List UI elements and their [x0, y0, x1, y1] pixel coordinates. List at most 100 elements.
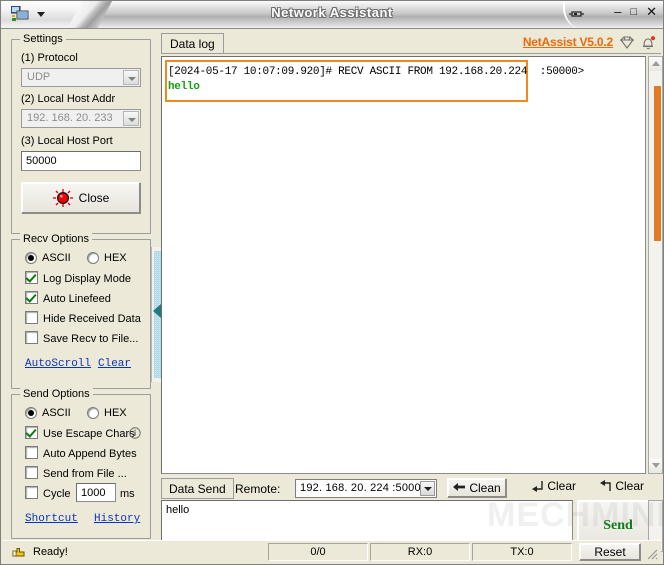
resize-grip-icon[interactable]: [645, 547, 659, 561]
scroll-down-arrow-icon[interactable]: [649, 459, 662, 473]
arrow-left-icon: [453, 481, 466, 495]
recv-checkbox-label-0: Log Display Mode: [43, 273, 132, 285]
data-log-tabstrip: Data log NetAssist V5.0.2: [161, 32, 661, 54]
local-port-label: (3) Local Host Port: [21, 135, 113, 147]
bell-notification-icon[interactable]: [640, 35, 657, 51]
cycle-unit-label: ms: [120, 488, 135, 500]
recv-hex-label: HEX: [104, 252, 127, 264]
recv-options-group: Recv Options ASCII HEX Log Display Mode …: [11, 233, 151, 389]
tab-data-log[interactable]: Data log: [161, 33, 224, 54]
shortcut-link[interactable]: Shortcut: [25, 513, 78, 525]
connect-button-label: Close: [78, 191, 110, 205]
settings-group-title: Settings: [20, 33, 66, 45]
collapse-left-arrow-icon[interactable]: [153, 304, 161, 318]
reset-button[interactable]: Reset: [579, 543, 641, 561]
reset-button-label: Reset: [594, 545, 626, 559]
left-panel: Settings (1) Protocol UDP (2) Local Host…: [5, 32, 153, 539]
cycle-input[interactable]: 1000: [76, 483, 116, 502]
clear-recv-button[interactable]: Clear: [531, 479, 576, 497]
send-checkbox-label-0: Use Escape Chars: [43, 428, 135, 440]
status-bar: Ready! 0/0 RX:0 TX:0 Reset: [3, 540, 661, 562]
scroll-up-arrow-icon[interactable]: [649, 57, 662, 71]
send-cycle-checkbox[interactable]: [25, 486, 38, 499]
status-counter: 0/0: [268, 543, 368, 561]
recv-save-to-file-checkbox[interactable]: [25, 331, 38, 344]
cycle-label: Cycle: [43, 488, 71, 500]
title-bar: Network Assistant – □ ✕: [1, 1, 663, 29]
log-line-1: hello: [168, 81, 200, 93]
recv-clear-link[interactable]: Clear: [98, 358, 131, 370]
tab-data-send-label: Data Send: [169, 482, 226, 496]
send-data-value: hello: [166, 504, 190, 516]
minimize-button[interactable]: –: [614, 5, 621, 19]
clear-send-button[interactable]: Clear: [599, 479, 644, 497]
send-from-file-checkbox[interactable]: [25, 466, 38, 479]
protocol-label: (1) Protocol: [21, 52, 78, 64]
clean-button[interactable]: Clean: [447, 478, 507, 498]
status-rx: RX:0: [370, 543, 470, 561]
close-button[interactable]: ✕: [646, 5, 657, 19]
send-ascii-label: ASCII: [42, 407, 71, 419]
app-window: Network Assistant – □ ✕ Settings (1) Pro…: [0, 0, 664, 565]
send-hex-label: HEX: [104, 407, 127, 419]
chevron-down-icon[interactable]: [123, 70, 139, 85]
send-options-group-title: Send Options: [20, 388, 93, 400]
chevron-down-icon[interactable]: [123, 111, 139, 126]
arrow-down-left-icon: [531, 479, 547, 493]
data-log-output[interactable]: [2024-05-17 10:07:09.920]# RECV ASCII FR…: [161, 56, 646, 474]
settings-group: Settings (1) Protocol UDP (2) Local Host…: [11, 33, 151, 234]
send-button-label: Send: [603, 518, 633, 533]
local-addr-select[interactable]: 192. 168. 20. 233: [21, 109, 141, 128]
recv-ascii-label: ASCII: [42, 252, 71, 264]
local-port-input[interactable]: 50000: [21, 151, 141, 171]
tab-data-log-label: Data log: [170, 37, 215, 51]
recv-checkbox-label-3: Save Recv to File...: [43, 333, 139, 345]
send-checkbox-label-2: Send from File ...: [43, 468, 127, 480]
recv-checkbox-label-2: Hide Received Data: [43, 313, 141, 325]
send-hex-radio[interactable]: [87, 407, 99, 419]
send-checkbox-label-1: Auto Append Bytes: [43, 448, 137, 460]
chevron-down-icon[interactable]: [420, 481, 435, 496]
led-indicator-icon: [52, 189, 73, 207]
local-addr-value: 192. 168. 20. 233: [27, 112, 113, 124]
send-options-group: Send Options ASCII HEX Use Escape Chars …: [11, 388, 151, 539]
log-line-0: [2024-05-17 10:07:09.920]# RECV ASCII FR…: [168, 66, 584, 78]
pin-icon[interactable]: [569, 7, 585, 22]
local-port-value: 50000: [26, 155, 57, 167]
recv-hex-radio[interactable]: [87, 252, 99, 264]
recv-hide-received-checkbox[interactable]: [25, 311, 38, 324]
history-link[interactable]: History: [94, 513, 140, 525]
hand-pointer-icon: [11, 545, 27, 559]
info-circle-icon[interactable]: [129, 427, 141, 442]
send-auto-append-checkbox[interactable]: [25, 446, 38, 459]
connect-toggle-button[interactable]: Close: [21, 182, 141, 214]
remote-address-select[interactable]: 192. 168. 20. 224 :50000: [295, 479, 437, 498]
arrow-up-left-icon: [599, 479, 615, 493]
maximize-button[interactable]: □: [630, 5, 637, 19]
recv-log-display-checkbox[interactable]: [25, 271, 38, 284]
data-send-bar: Data Send Remote: 192. 168. 20. 224 :500…: [161, 478, 661, 500]
protocol-select[interactable]: UDP: [21, 68, 141, 87]
clear-recv-label: Clear: [547, 479, 577, 493]
clear-send-label: Clear: [615, 479, 645, 493]
right-edge-indicator: [654, 86, 661, 241]
netassist-version-link[interactable]: NetAssist V5.0.2: [523, 35, 613, 49]
local-addr-label: (2) Local Host Addr: [21, 93, 116, 105]
send-ascii-radio[interactable]: [25, 407, 37, 419]
send-escape-chars-checkbox[interactable]: [25, 426, 38, 439]
recv-auto-linefeed-checkbox[interactable]: [25, 291, 38, 304]
cycle-value: 1000: [81, 487, 106, 499]
recv-ascii-radio[interactable]: [25, 252, 37, 264]
protocol-value: UDP: [27, 71, 51, 83]
tab-data-send[interactable]: Data Send: [161, 478, 234, 499]
remote-address-value: 192. 168. 20. 224 :50000: [300, 482, 428, 494]
recv-checkbox-label-1: Auto Linefeed: [43, 293, 111, 305]
tabstrip-divider: [161, 53, 661, 54]
autoscroll-link[interactable]: AutoScroll: [25, 358, 91, 370]
clean-button-label: Clean: [469, 481, 501, 495]
window-controls: – □ ✕: [614, 5, 657, 19]
diamond-icon[interactable]: [619, 35, 635, 50]
status-text: Ready!: [33, 546, 68, 558]
recv-options-group-title: Recv Options: [20, 233, 93, 245]
main-area: Data log NetAssist V5.0.2 [2024-05-17 10…: [161, 32, 663, 552]
